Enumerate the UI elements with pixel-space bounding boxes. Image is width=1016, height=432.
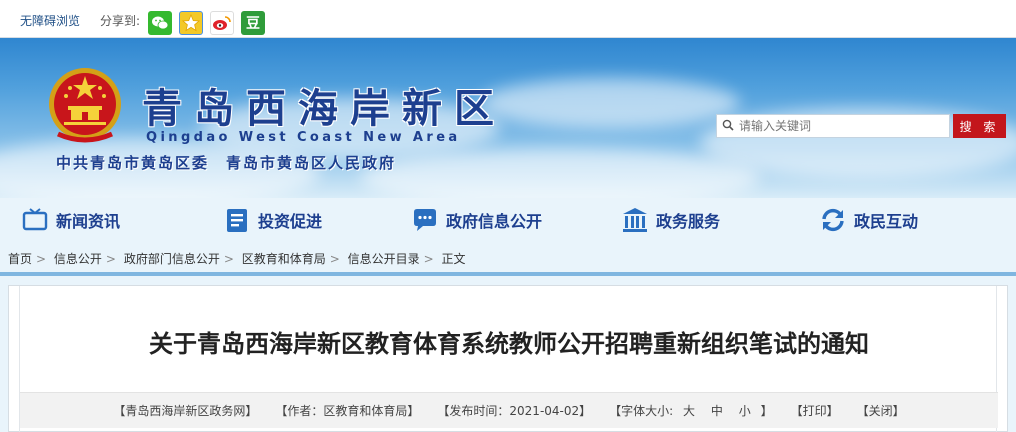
- breadcrumb-separator: >: [223, 252, 234, 266]
- wechat-icon[interactable]: [148, 11, 172, 35]
- article-title: 关于青岛西海岸新区教育体育系统教师公开招聘重新组织笔试的通知: [149, 329, 869, 358]
- breadcrumb-separator: >: [329, 252, 340, 266]
- top-bar: 无障碍浏览 分享到: 豆: [0, 0, 1016, 38]
- main-nav: 新闻资讯 投资促进 政府信息公开 政务服务 政民互动: [0, 198, 1016, 242]
- nav-item-interaction[interactable]: 政民互动: [818, 202, 918, 238]
- article-author: 【作者：区教育和体育局】: [275, 404, 420, 418]
- nav-item-gov-info[interactable]: 政府信息公开: [410, 202, 542, 238]
- search-box: [716, 114, 950, 138]
- font-size-medium[interactable]: 中: [711, 404, 723, 418]
- search-icon: [717, 119, 739, 134]
- share-label: 分享到:: [100, 14, 141, 28]
- national-emblem-icon: [49, 68, 121, 143]
- search-input[interactable]: [739, 119, 944, 133]
- refresh-icon: [818, 205, 848, 235]
- breadcrumb-education-bureau[interactable]: 区教育和体育局: [242, 252, 326, 266]
- breadcrumb-dept-info[interactable]: 政府部门信息公开: [124, 252, 220, 266]
- breadcrumb-separator: >: [36, 252, 47, 266]
- breadcrumb: 首页 > 信息公开 > 政府部门信息公开 > 区教育和体育局 > 信息公开目录 > 正文: [0, 248, 1016, 270]
- nav-label: 政民互动: [854, 212, 919, 231]
- close-link[interactable]: 【关闭】: [857, 402, 905, 419]
- nav-item-investment[interactable]: 投资促进: [222, 202, 322, 238]
- print-link[interactable]: 【打印】: [791, 402, 839, 419]
- breadcrumb-current: 正文: [441, 252, 466, 266]
- search-button[interactable]: 搜 索: [953, 114, 1006, 138]
- nav-item-news[interactable]: 新闻资讯: [20, 202, 120, 238]
- header-banner: 青岛西海岸新区 Qingdao West Coast New Area 中共青岛…: [0, 38, 1016, 198]
- nav-label: 新闻资讯: [56, 212, 121, 231]
- article-meta-bar: 【青岛西海岸新区政务网】 【作者：区教育和体育局】 【发布时间：2021-04-…: [20, 392, 998, 428]
- breadcrumb-separator: >: [423, 252, 434, 266]
- weibo-icon[interactable]: [210, 11, 234, 35]
- chat-bubble-icon: [410, 205, 440, 235]
- article-date: 【发布时间：2021-04-02】: [437, 404, 592, 418]
- building-icon: [620, 205, 650, 235]
- nav-item-services[interactable]: 政务服务: [620, 202, 720, 238]
- font-size-large[interactable]: 大: [683, 404, 695, 418]
- site-organization: 中共青岛市黄岛区委 青岛市黄岛区人民政府: [56, 154, 397, 172]
- font-size-control: 【字体大小: 大 中 小 】: [609, 402, 772, 419]
- document-list-icon: [222, 205, 252, 235]
- tv-icon: [20, 205, 50, 235]
- article-panel: 关于青岛西海岸新区教育体育系统教师公开招聘重新组织笔试的通知 【青岛西海岸新区政…: [8, 285, 1008, 432]
- qzone-icon[interactable]: [179, 11, 203, 35]
- font-size-label: 【字体大小:: [609, 404, 674, 418]
- nav-label: 政府信息公开: [446, 212, 543, 231]
- site-subtitle: Qingdao West Coast New Area: [146, 130, 461, 145]
- font-size-small[interactable]: 小: [739, 404, 751, 418]
- divider: [0, 272, 1016, 276]
- accessibility-link[interactable]: 无障碍浏览: [20, 12, 80, 29]
- font-size-close-bracket: 】: [760, 404, 773, 418]
- nav-label: 投资促进: [258, 212, 323, 231]
- breadcrumb-home[interactable]: 首页: [8, 252, 32, 266]
- breadcrumb-separator: >: [105, 252, 116, 266]
- breadcrumb-info-catalog[interactable]: 信息公开目录: [348, 252, 420, 266]
- breadcrumb-info-open[interactable]: 信息公开: [54, 252, 102, 266]
- nav-label: 政务服务: [656, 212, 721, 231]
- site-title: 青岛西海岸新区: [142, 85, 506, 132]
- douban-icon[interactable]: 豆: [241, 11, 265, 35]
- article-source: 【青岛西海岸新区政务网】: [113, 404, 258, 418]
